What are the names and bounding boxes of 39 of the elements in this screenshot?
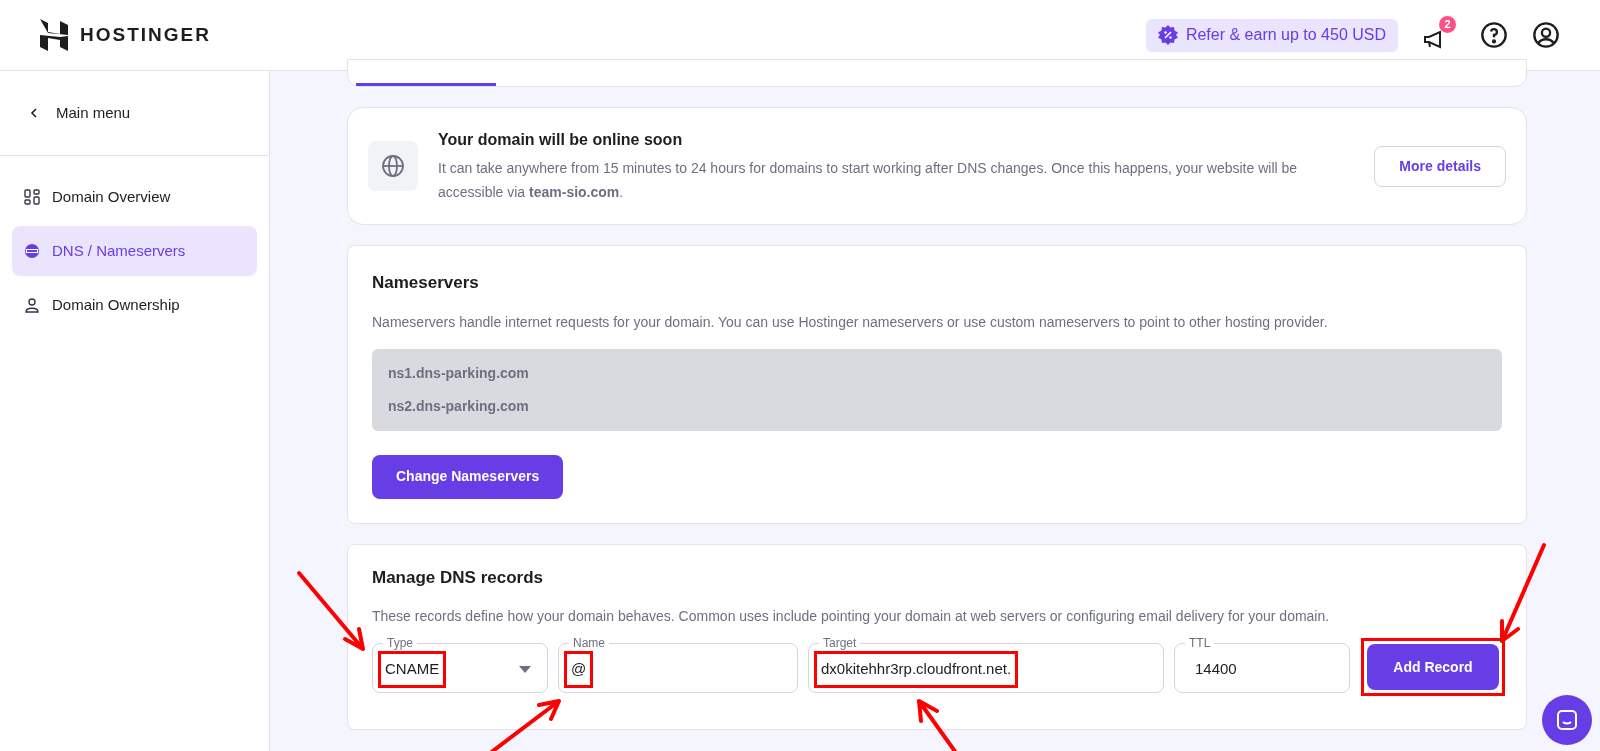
sidebar-item[interactable]: Domain Ownership: [12, 280, 257, 330]
main-menu-link[interactable]: Main menu: [0, 71, 269, 156]
chevron-left-icon: [28, 107, 40, 119]
logo-icon: [40, 19, 68, 51]
field-label: Type: [386, 635, 414, 651]
section-title: Manage DNS records: [372, 566, 544, 589]
change-nameservers-button[interactable]: Change Nameservers: [372, 454, 564, 499]
field-label: TTL: [1188, 635, 1212, 651]
input-field[interactable]: TTL 14400: [1174, 635, 1350, 693]
section-title: Nameservers: [372, 272, 480, 294]
section-description: These records define how your domain behaves. Common uses include pointing your domain at web servers or configuring email delivery for your domain.: [372, 607, 1331, 626]
help-icon[interactable]: [1480, 21, 1508, 49]
globe-icon: [381, 154, 405, 178]
account-icon[interactable]: [1532, 21, 1560, 49]
chat-icon: [1555, 708, 1579, 732]
field-value: @: [567, 654, 591, 685]
chat-button[interactable]: [1542, 695, 1592, 745]
grid-icon: [24, 189, 40, 205]
field-value: 14400: [1194, 659, 1238, 680]
sidebar-item[interactable]: Domain Overview: [12, 172, 257, 222]
notification-badge: 2: [1439, 16, 1456, 33]
brand-name: HOSTINGER: [80, 22, 211, 47]
section-description: Nameservers handle internet requests for your domain. You can use Hostinger nameservers or use custom nameservers to point to other hosting provider.: [372, 312, 1329, 332]
nameserver-entry: ns1.dns-parking.com: [388, 363, 530, 383]
notice-title: Your domain will be online soon: [438, 130, 684, 150]
field-label: Target: [822, 635, 858, 651]
field-value: CNAME: [381, 654, 444, 685]
dns-icon: [24, 243, 40, 259]
nameserver-entry: ns2.dns-parking.com: [388, 396, 530, 416]
field-value: dx0kitehhr3rp.cloudfront.net.: [817, 654, 1016, 685]
notice-text: It can take anywhere from 15 minutes to 24 hours for domains to start working after DNS changes. Once this happens, your website will be accessible via team-sio.com.: [438, 159, 1299, 202]
more-details-button[interactable]: More details: [1374, 145, 1506, 187]
add-record-button[interactable]: Add Record: [1367, 644, 1499, 690]
caret-icon: [519, 665, 531, 674]
referral-button[interactable]: Refer & earn up to 450 USD: [1145, 18, 1398, 52]
sidebar-item[interactable]: DNS / Nameservers: [12, 226, 257, 276]
person-icon: [24, 297, 40, 313]
discount-badge-icon: [1157, 25, 1178, 45]
field-label: Name: [572, 635, 606, 651]
